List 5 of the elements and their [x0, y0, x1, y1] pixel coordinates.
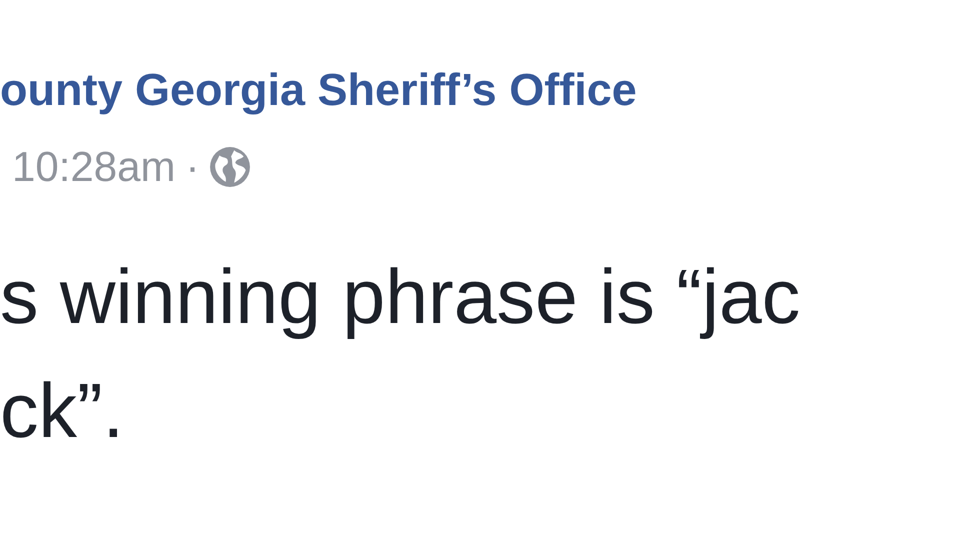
- globe-icon: [209, 146, 252, 188]
- page-name-link[interactable]: ounty Georgia Sheriff’s Office: [0, 62, 637, 118]
- post-text-line: s winning phrase is “jac: [0, 253, 800, 342]
- separator-dot: ·: [185, 142, 200, 192]
- post-text-line: ck”.: [0, 367, 124, 456]
